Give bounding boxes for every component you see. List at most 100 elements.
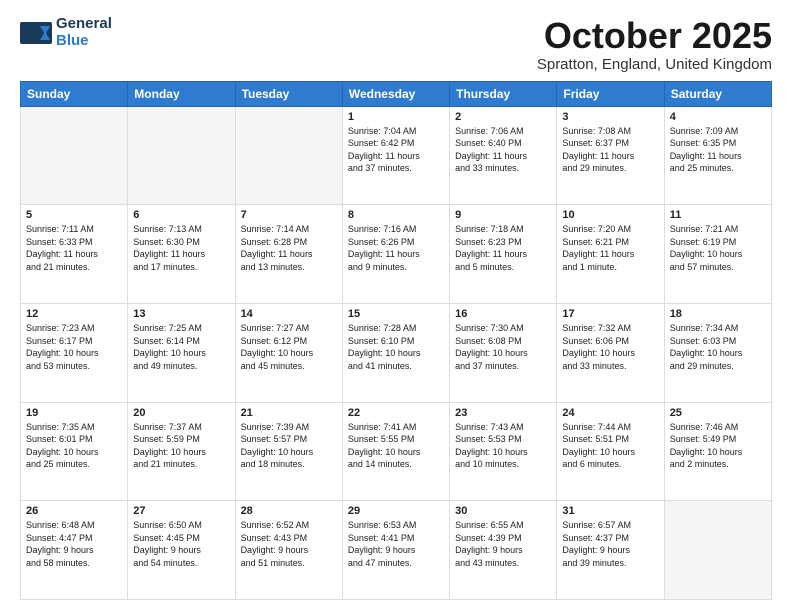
cell-info: Sunset: 4:43 PM	[241, 532, 337, 545]
calendar-cell: 31Sunrise: 6:57 AMSunset: 4:37 PMDayligh…	[557, 501, 664, 600]
header-row: SundayMondayTuesdayWednesdayThursdayFrid…	[21, 81, 772, 106]
calendar-cell: 30Sunrise: 6:55 AMSunset: 4:39 PMDayligh…	[450, 501, 557, 600]
day-number: 5	[26, 209, 122, 221]
day-number: 13	[133, 308, 229, 320]
cell-info: and 21 minutes.	[133, 458, 229, 471]
calendar-cell: 3Sunrise: 7:08 AMSunset: 6:37 PMDaylight…	[557, 106, 664, 205]
day-number: 3	[562, 111, 658, 123]
day-number: 21	[241, 407, 337, 419]
cell-info: Sunset: 6:28 PM	[241, 236, 337, 249]
cell-info: Daylight: 10 hours	[562, 446, 658, 459]
cell-info: Sunrise: 7:37 AM	[133, 421, 229, 434]
cell-info: Sunset: 6:40 PM	[455, 137, 551, 150]
calendar-cell: 29 Sunrise: 6:53 AMSunset: 4:41 PMDayligh…	[342, 501, 449, 600]
page: General Blue October 2025 Spratton, Engl…	[0, 0, 792, 612]
day-number: 1	[348, 111, 444, 123]
cell-info: Sunset: 6:12 PM	[241, 335, 337, 348]
cell-info: Daylight: 11 hours	[455, 150, 551, 163]
cell-info: Sunrise: 7:11 AM	[26, 223, 122, 236]
day-number: 2	[455, 111, 551, 123]
day-number: 31	[562, 505, 658, 517]
cell-info: and 9 minutes.	[348, 261, 444, 274]
day-number: 23	[455, 407, 551, 419]
day-number: 15	[348, 308, 444, 320]
cell-info: and 49 minutes.	[133, 360, 229, 373]
calendar-cell: 26Sunrise: 6:48 AMSunset: 4:47 PMDayligh…	[21, 501, 128, 600]
cell-info: Daylight: 11 hours	[348, 150, 444, 163]
day-header-saturday: Saturday	[664, 81, 771, 106]
calendar-cell: 11Sunrise: 7:21 AMSunset: 6:19 PMDayligh…	[664, 205, 771, 304]
cell-info: Sunrise: 7:14 AM	[241, 223, 337, 236]
week-row-5: 26 Sunrise: 6:48 AMSunset: 4:47 PM Dayligh…	[21, 501, 772, 600]
day-header-wednesday: Wednesday	[342, 81, 449, 106]
day-number: 28	[241, 505, 337, 517]
cell-info: Daylight: 10 hours	[348, 347, 444, 360]
cell-info: Daylight: 9 hours	[133, 544, 229, 557]
day-number: 9	[455, 209, 551, 221]
day-number: 16	[455, 308, 551, 320]
cell-info: Sunset: 4:41 PM	[348, 532, 444, 545]
cell-info: and 41 minutes.	[348, 360, 444, 373]
cell-info: Daylight: 9 hours	[241, 544, 337, 557]
cell-info: Sunrise: 7:18 AM	[455, 223, 551, 236]
cell-info: Sunrise: 7:20 AM	[562, 223, 658, 236]
day-number: 14	[241, 308, 337, 320]
cell-info: Sunrise: 6:48 AM	[26, 519, 122, 532]
cell-info: Sunset: 4:47 PM	[26, 532, 122, 545]
day-header-tuesday: Tuesday	[235, 81, 342, 106]
cell-info: Daylight: 10 hours	[241, 446, 337, 459]
cell-info: and 53 minutes.	[26, 360, 122, 373]
cell-info: Daylight: 11 hours	[348, 248, 444, 261]
cell-info: Sunrise: 7:44 AM	[562, 421, 658, 434]
day-number: 27	[133, 505, 229, 517]
cell-info: Sunset: 6:17 PM	[26, 335, 122, 348]
calendar-cell: 25Sunrise: 7:46 AMSunset: 5:49 PMDayligh…	[664, 402, 771, 501]
cell-info: Sunrise: 6:57 AM	[562, 519, 658, 532]
cell-info: Daylight: 11 hours	[241, 248, 337, 261]
cell-info: and 29 minutes.	[562, 162, 658, 175]
cell-info: Sunset: 6:19 PM	[670, 236, 766, 249]
cell-info: Daylight: 11 hours	[455, 248, 551, 261]
calendar-cell: 5Sunrise: 7:11 AMSunset: 6:33 PMDaylight…	[21, 205, 128, 304]
week-row-1: 1Sunrise: 7:04 AMSunset: 6:42 PMDaylight…	[21, 106, 772, 205]
cell-info: and 6 minutes.	[562, 458, 658, 471]
cell-info: and 21 minutes.	[26, 261, 122, 274]
calendar-cell: 28Sunrise: 6:52 AMSunset: 4:43 PMDayligh…	[235, 501, 342, 600]
calendar-cell: 4Sunrise: 7:09 AMSunset: 6:35 PMDaylight…	[664, 106, 771, 205]
cell-info: Sunset: 6:01 PM	[26, 433, 122, 446]
calendar-cell: 10Sunrise: 7:20 AMSunset: 6:21 PMDayligh…	[557, 205, 664, 304]
cell-info: Sunset: 4:39 PM	[455, 532, 551, 545]
cell-info: Daylight: 10 hours	[26, 446, 122, 459]
cell-info: Sunset: 6:08 PM	[455, 335, 551, 348]
cell-info: Sunset: 6:35 PM	[670, 137, 766, 150]
logo-icon	[20, 22, 52, 44]
cell-info: Daylight: 10 hours	[241, 347, 337, 360]
logo-general: General	[56, 16, 112, 33]
cell-info: and 58 minutes.	[26, 557, 122, 570]
calendar-cell	[664, 501, 771, 600]
cell-info: and 47 minutes.	[348, 557, 444, 570]
calendar-cell: 22Sunrise: 7:41 AMSunset: 5:55 PMDayligh…	[342, 402, 449, 501]
cell-info: Sunrise: 7:04 AM	[348, 125, 444, 138]
day-header-thursday: Thursday	[450, 81, 557, 106]
day-number: 6	[133, 209, 229, 221]
cell-info: Sunset: 5:51 PM	[562, 433, 658, 446]
cell-info: Sunrise: 6:53 AM	[348, 519, 444, 532]
cell-info: Daylight: 10 hours	[133, 446, 229, 459]
calendar-cell: 6Sunrise: 7:13 AMSunset: 6:30 PMDaylight…	[128, 205, 235, 304]
day-number: 29	[348, 505, 444, 517]
day-number: 26	[26, 505, 122, 517]
title-area: October 2025 Spratton, England, United K…	[537, 16, 772, 73]
cell-info: Daylight: 9 hours	[348, 544, 444, 557]
calendar-cell	[235, 106, 342, 205]
cell-info: Daylight: 9 hours	[455, 544, 551, 557]
cell-info: Sunset: 6:42 PM	[348, 137, 444, 150]
cell-info: Sunrise: 7:28 AM	[348, 322, 444, 335]
calendar-cell	[128, 106, 235, 205]
cell-info: Sunset: 4:45 PM	[133, 532, 229, 545]
cell-info: Sunrise: 7:13 AM	[133, 223, 229, 236]
cell-info: Daylight: 10 hours	[670, 248, 766, 261]
logo-blue: Blue	[56, 33, 112, 50]
cell-info: Daylight: 11 hours	[670, 150, 766, 163]
day-number: 8	[348, 209, 444, 221]
